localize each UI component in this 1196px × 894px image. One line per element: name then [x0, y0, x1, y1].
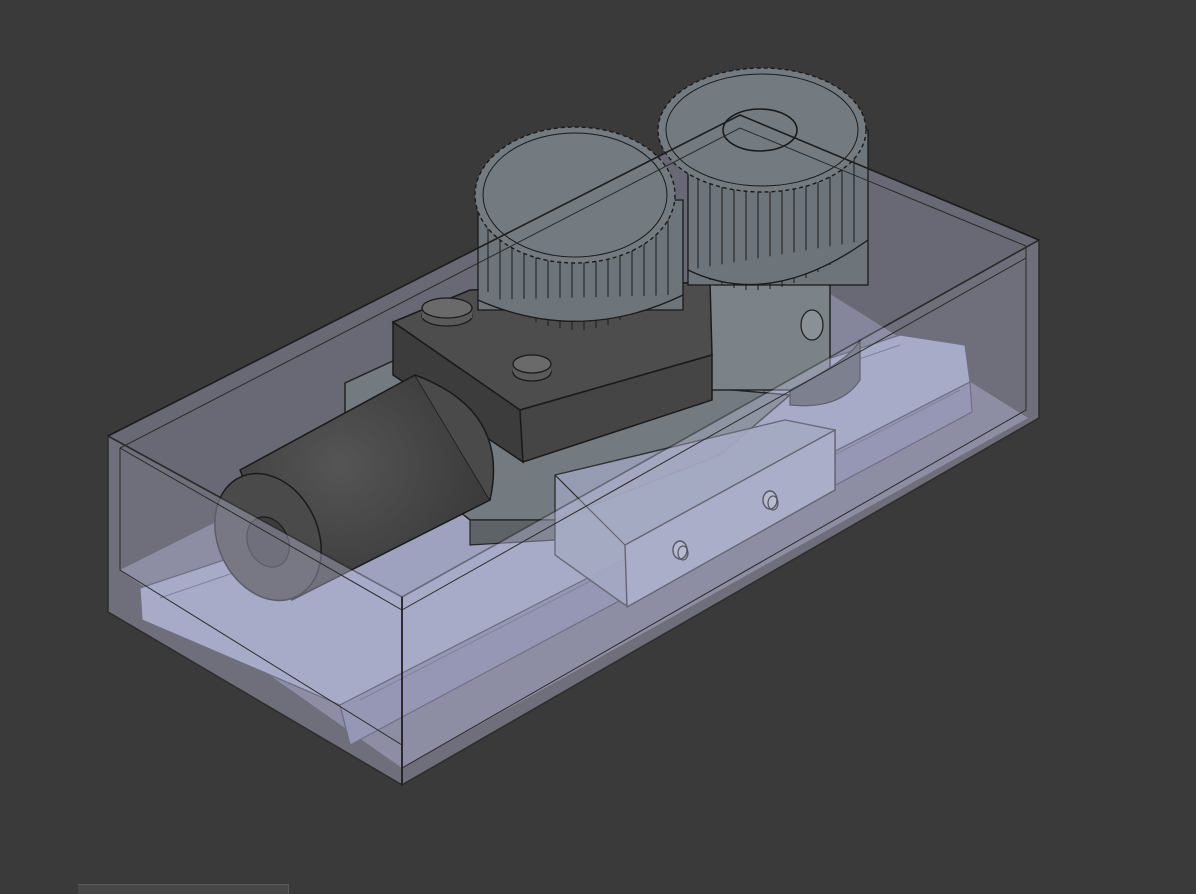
3d-viewport[interactable] [0, 0, 1196, 894]
screw-icon [512, 354, 552, 382]
spur-gear-left [474, 126, 684, 330]
scene-canvas[interactable] [0, 0, 1196, 893]
spur-gear-right [657, 67, 869, 290]
screw-icon [421, 297, 473, 327]
